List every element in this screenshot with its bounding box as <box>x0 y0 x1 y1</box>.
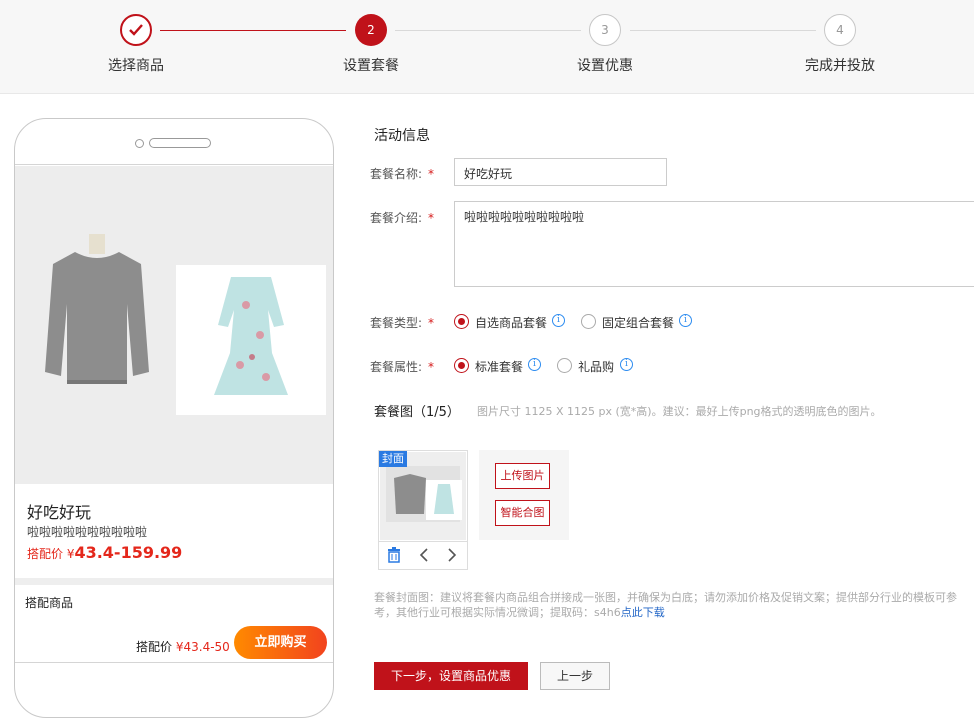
info-icon[interactable]: i <box>620 358 633 371</box>
upload-image-button[interactable]: 上传图片 <box>495 463 550 489</box>
cover-thumbnail[interactable]: 封面 <box>378 450 468 570</box>
step-1-label: 选择商品 <box>108 58 164 74</box>
package-intro-textarea[interactable]: 啦啦啦啦啦啦啦啦啦啦 <box>454 201 974 287</box>
type-fixed-label[interactable]: 固定组合套餐 <box>602 314 674 331</box>
type-label: 套餐类型: * <box>364 314 434 331</box>
required-mark: * <box>428 316 434 330</box>
attr-gift-label[interactable]: 礼品购 <box>578 358 614 375</box>
stepper: 选择商品 2 设置套餐 3 设置优惠 4 完成并投放 <box>0 0 974 94</box>
type-custom-label[interactable]: 自选商品套餐 <box>475 314 547 331</box>
step-4-number: 4 <box>824 14 856 46</box>
info-icon[interactable]: i <box>552 314 565 327</box>
info-icon[interactable]: i <box>528 358 541 371</box>
step-3-label: 设置优惠 <box>577 58 633 74</box>
section-title: 活动信息 <box>374 128 430 144</box>
match-label: 搭配商品 <box>25 596 74 610</box>
intro-label-text: 套餐介绍: <box>369 211 422 225</box>
required-mark: * <box>428 167 434 181</box>
step-1-check-icon <box>120 14 152 46</box>
speaker-icon <box>149 138 211 148</box>
package-image <box>15 166 333 484</box>
thumbnail-toolbar <box>379 541 467 569</box>
download-link[interactable]: 点此下载 <box>621 606 665 619</box>
preview-title: 好吃好玩 <box>27 503 92 522</box>
cover-note: 套餐封面图：建议将套餐内商品组合拼接成一张图，并确保为白底；请勿添加价格及促销文… <box>374 590 974 620</box>
chevron-left-icon[interactable] <box>419 547 429 567</box>
type-fixed-radio[interactable] <box>581 314 596 329</box>
type-custom-radio[interactable] <box>454 314 469 329</box>
camera-icon <box>135 139 144 148</box>
attr-label: 套餐属性: * <box>364 358 434 375</box>
step-3-number: 3 <box>589 14 621 46</box>
smart-compose-button[interactable]: 智能合图 <box>495 500 550 526</box>
upload-area: 上传图片 智能合图 <box>479 450 569 540</box>
step-2-number: 2 <box>355 14 387 46</box>
required-mark: * <box>428 360 434 374</box>
price-value: 43.4-159.99 <box>74 543 183 562</box>
type-label-text: 套餐类型: <box>369 316 422 330</box>
step-4-label: 完成并投放 <box>805 58 875 74</box>
trash-icon[interactable] <box>387 547 401 567</box>
package-images-hint: 图片尺寸 1125 X 1125 px (宽*高)。建议：最好上传png格式的透… <box>477 405 882 418</box>
name-label-text: 套餐名称: <box>369 167 422 181</box>
attr-standard-label[interactable]: 标准套餐 <box>475 358 523 375</box>
match-price-label: 搭配价 <box>136 640 173 654</box>
step-connector <box>395 30 581 31</box>
next-step-button[interactable]: 下一步，设置商品优惠 <box>374 662 528 690</box>
package-name-input[interactable]: 好吃好玩 <box>454 158 667 186</box>
match-price-value: ¥43.4-50 <box>175 640 230 654</box>
required-mark: * <box>428 211 434 225</box>
attr-label-text: 套餐属性: <box>369 360 422 374</box>
sweater-image <box>45 234 149 384</box>
preview-desc: 啦啦啦啦啦啦啦啦啦啦 <box>27 525 148 539</box>
package-images-title: 套餐图（1/5） <box>374 405 460 420</box>
price-label: 搭配价 ¥ <box>27 547 75 561</box>
step-connector <box>630 30 816 31</box>
cover-tag: 封面 <box>379 451 407 467</box>
match-price: 搭配价 ¥43.4-50 <box>136 638 230 655</box>
chevron-right-icon[interactable] <box>447 547 457 567</box>
divider <box>15 578 333 585</box>
preview-price: 搭配价 ¥43.4-159.99 <box>27 543 182 562</box>
phone-top-bar <box>15 119 333 165</box>
attr-gift-radio[interactable] <box>557 358 572 373</box>
phone-bottom-bar <box>15 662 333 663</box>
step-2-label: 设置套餐 <box>343 58 399 74</box>
phone-preview: 好吃好玩 啦啦啦啦啦啦啦啦啦啦 搭配价 ¥43.4-159.99 搭配商品 搭配… <box>14 118 334 718</box>
info-icon[interactable]: i <box>679 314 692 327</box>
attr-standard-radio[interactable] <box>454 358 469 373</box>
cover-note-text: 套餐封面图：建议将套餐内商品组合拼接成一张图，并确保为白底；请勿添加价格及促销文… <box>374 591 957 619</box>
step-connector <box>160 30 346 31</box>
dress-image <box>176 265 326 415</box>
buy-now-button[interactable]: 立即购买 <box>234 626 327 659</box>
prev-step-button[interactable]: 上一步 <box>540 662 610 690</box>
intro-label: 套餐介绍: * <box>364 209 434 226</box>
name-label: 套餐名称: * <box>364 165 434 182</box>
